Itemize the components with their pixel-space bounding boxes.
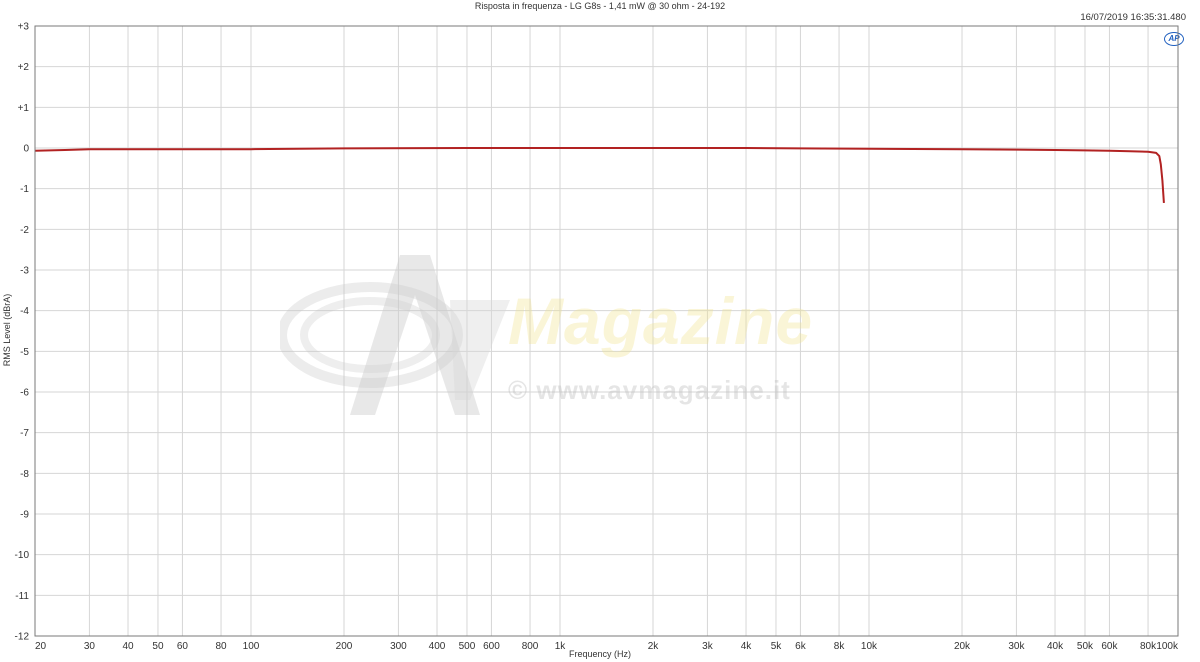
y-tick-label: -2 bbox=[20, 225, 29, 236]
plot-area: 20 30 40 50 60 80 100 200 300 400 500 600 800 1k 2k 3k 4… bbox=[15, 22, 1179, 653]
y-tick-label: -9 bbox=[20, 510, 29, 521]
y-tick-label: +1 bbox=[18, 103, 30, 114]
y-tick-label: -12 bbox=[15, 632, 30, 643]
y-tick-label: +2 bbox=[18, 62, 30, 73]
x-axis-label: Frequency (Hz) bbox=[568, 649, 631, 659]
series-layer bbox=[34, 147, 1165, 203]
grid-lines bbox=[34, 25, 1179, 637]
tick-labels: 20 30 40 50 60 80 100 200 300 400 500 600 800 1k 2k 3k 4… bbox=[15, 22, 1179, 653]
y-tick-label: -7 bbox=[20, 428, 29, 439]
y-tick-label: -6 bbox=[20, 388, 29, 399]
series-line bbox=[34, 147, 1165, 203]
y-tick-label: -1 bbox=[20, 184, 29, 195]
y-tick-label: -3 bbox=[20, 266, 29, 277]
y-tick-label: -4 bbox=[20, 306, 29, 317]
y-tick-label: -8 bbox=[20, 469, 29, 480]
y-tick-label: -5 bbox=[20, 347, 29, 358]
plot-frame bbox=[34, 25, 1179, 637]
y-tick-label: -10 bbox=[15, 550, 30, 561]
chart-root: Risposta in frequenza - LG G8s - 1,41 mW… bbox=[0, 0, 1200, 662]
y-tick-label: +3 bbox=[18, 22, 30, 33]
y-axis-label: RMS Level (dBrA) bbox=[2, 293, 12, 367]
y-tick-label: 0 bbox=[23, 144, 29, 155]
y-tick-label: -11 bbox=[15, 591, 29, 602]
